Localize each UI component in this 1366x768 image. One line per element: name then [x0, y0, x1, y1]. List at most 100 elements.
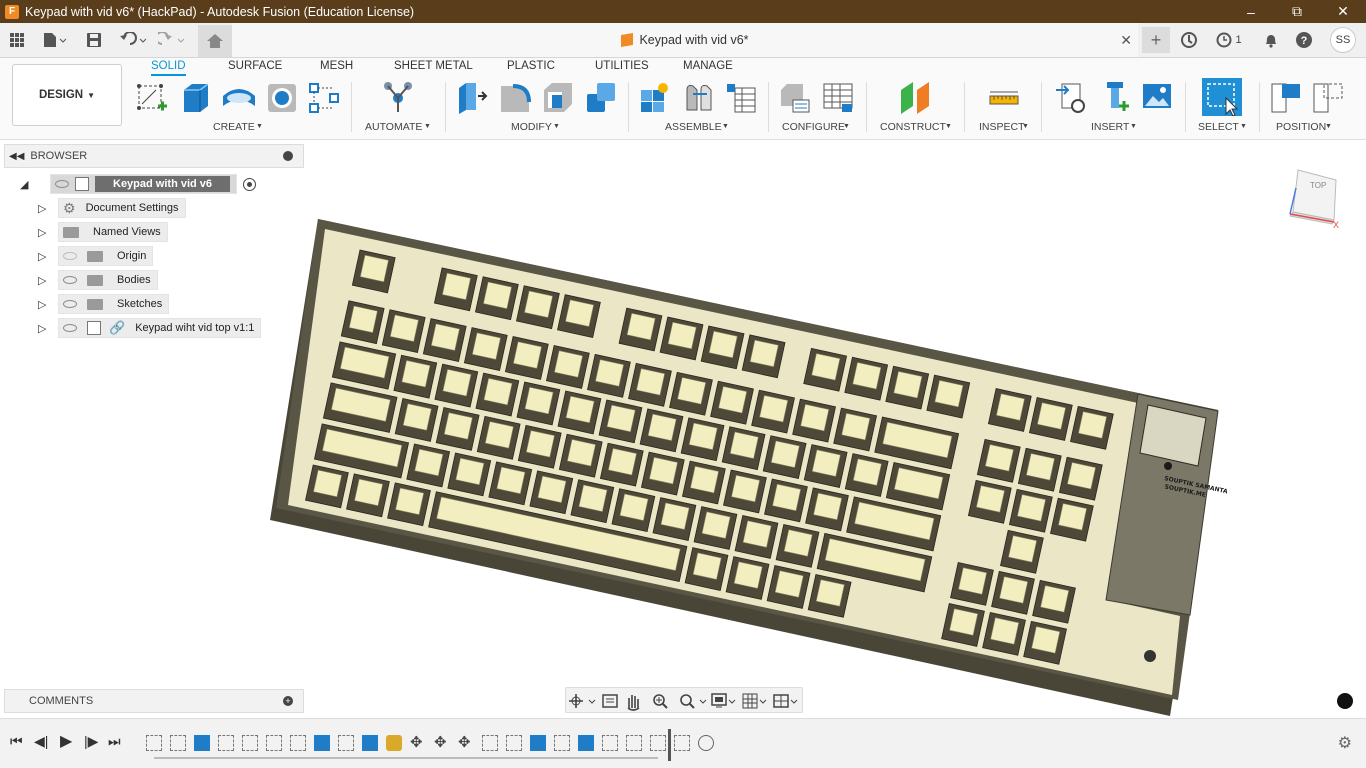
- hole-icon[interactable]: [266, 80, 298, 114]
- help-icon[interactable]: ?: [1292, 29, 1316, 51]
- view-cube[interactable]: TOP X: [1289, 169, 1339, 230]
- timeline-sketch-icon[interactable]: [170, 735, 186, 751]
- timeline-move-icon[interactable]: ✥: [410, 735, 426, 751]
- save-icon[interactable]: [85, 29, 103, 51]
- insert-canvas-icon[interactable]: [1141, 80, 1173, 114]
- expand-triangle-icon[interactable]: ▷: [38, 298, 52, 311]
- automate-node-icon[interactable]: [382, 80, 414, 114]
- timeline-sketch-icon[interactable]: [626, 735, 642, 751]
- group-inspect[interactable]: INSPECT: [979, 121, 1025, 133]
- visibility-eye-icon[interactable]: [55, 180, 69, 188]
- restore-icon[interactable]: ⧉: [1274, 0, 1320, 23]
- fillet-icon[interactable]: [499, 80, 531, 114]
- timeline-start-icon[interactable]: ⏮: [10, 733, 23, 750]
- workspace-switcher[interactable]: DESIGN ▼: [12, 64, 122, 126]
- viewports-icon[interactable]: [773, 694, 798, 708]
- tab-manage[interactable]: MANAGE: [683, 60, 733, 72]
- joint-icon[interactable]: [683, 80, 715, 114]
- offset-plane-icon[interactable]: [899, 80, 931, 114]
- timeline-sketch-icon[interactable]: [266, 735, 282, 751]
- timeline-sketch-icon[interactable]: [674, 735, 690, 751]
- browser-minimize-icon[interactable]: [283, 151, 293, 161]
- group-modify[interactable]: MODIFY: [511, 121, 552, 133]
- look-at-icon[interactable]: [602, 694, 618, 708]
- group-select[interactable]: SELECT: [1198, 121, 1239, 133]
- measure-icon[interactable]: [988, 80, 1020, 114]
- new-tab-plus-icon[interactable]: +: [1142, 27, 1170, 53]
- expand-triangle-icon[interactable]: ▷: [38, 250, 52, 263]
- activate-radio-icon[interactable]: [243, 177, 257, 191]
- browser-root-row[interactable]: ◢ Keypad with vid v6: [20, 174, 257, 194]
- timeline-sketch-icon[interactable]: [482, 735, 498, 751]
- group-insert[interactable]: INSERT: [1091, 121, 1129, 133]
- browser-item-origin[interactable]: ▷ Origin: [38, 246, 154, 266]
- pan-hand-icon[interactable]: [627, 695, 640, 711]
- orbit-icon[interactable]: [569, 694, 596, 708]
- display-settings-icon[interactable]: [711, 693, 736, 708]
- timeline-end-icon[interactable]: ⏭: [108, 733, 121, 750]
- fit-zoom-icon[interactable]: [680, 694, 707, 709]
- browser-item-bodies[interactable]: ▷ Bodies: [38, 270, 158, 290]
- select-icon[interactable]: [1202, 78, 1242, 117]
- group-position[interactable]: POSITION: [1276, 121, 1326, 133]
- group-create[interactable]: CREATE: [213, 121, 255, 133]
- text-commands-icon[interactable]: [1337, 693, 1353, 709]
- timeline-sketch-icon[interactable]: [338, 735, 354, 751]
- pattern-icon[interactable]: [308, 80, 340, 114]
- shell-icon[interactable]: [542, 80, 574, 114]
- timeline-extrude-icon[interactable]: [194, 735, 210, 751]
- user-avatar[interactable]: SS: [1330, 27, 1356, 53]
- expand-triangle-icon[interactable]: ▷: [38, 322, 52, 335]
- comments-panel-header[interactable]: COMMENTS +: [4, 689, 304, 713]
- visibility-eye-icon[interactable]: [63, 324, 77, 332]
- tab-sheet-metal[interactable]: SHEET METAL: [394, 60, 473, 72]
- expand-triangle-icon[interactable]: ▷: [38, 226, 52, 239]
- timeline-extrude-icon[interactable]: [530, 735, 546, 751]
- inspect-dropdown-icon[interactable]: ▼: [1022, 123, 1029, 130]
- timeline-body-icon[interactable]: [386, 735, 402, 751]
- capture-position-icon[interactable]: [1270, 80, 1302, 114]
- revolve-icon[interactable]: [221, 80, 257, 114]
- group-automate[interactable]: AUTOMATE: [365, 121, 422, 133]
- close-tab-icon[interactable]: ✕: [1120, 32, 1132, 49]
- automate-dropdown-icon[interactable]: ▼: [424, 123, 431, 130]
- hidden-eye-icon[interactable]: [63, 252, 77, 260]
- expand-triangle-icon[interactable]: ▷: [38, 274, 52, 287]
- group-assemble[interactable]: ASSEMBLE: [665, 121, 722, 133]
- timeline-extrude-icon[interactable]: [578, 735, 594, 751]
- tab-plastic[interactable]: PLASTIC: [507, 60, 555, 72]
- bill-of-materials-icon[interactable]: [725, 80, 757, 114]
- timeline-settings-gear-icon[interactable]: ⚙: [1338, 733, 1352, 753]
- redo-icon[interactable]: [158, 29, 188, 51]
- insert-dropdown-icon[interactable]: ▼: [1130, 123, 1137, 130]
- insert-mcmaster-icon[interactable]: [1099, 80, 1131, 114]
- new-component-icon[interactable]: [639, 80, 671, 114]
- undo-icon[interactable]: [118, 29, 148, 51]
- browser-item-named-views[interactable]: ▷ Named Views: [38, 222, 168, 242]
- timeline-extrude-icon[interactable]: [314, 735, 330, 751]
- timeline-prev-icon[interactable]: ◀|: [34, 733, 48, 750]
- modify-dropdown-icon[interactable]: ▼: [553, 123, 560, 130]
- extrude-icon[interactable]: [180, 80, 212, 114]
- timeline-sketch-icon[interactable]: [218, 735, 234, 751]
- timeline-marker[interactable]: [668, 729, 671, 761]
- visibility-eye-icon[interactable]: [63, 300, 77, 308]
- minimize-icon[interactable]: –: [1228, 0, 1274, 23]
- timeline-sketch-icon[interactable]: [650, 735, 666, 751]
- timeline-derive-icon[interactable]: [698, 735, 714, 751]
- create-sketch-icon[interactable]: [136, 80, 168, 114]
- timeline-sketch-icon[interactable]: [554, 735, 570, 751]
- model-canvas[interactable]: SOUPTIK SAMANTA SOUPTIK.ME TOP X: [0, 140, 1366, 718]
- timeline-play-icon[interactable]: ▶: [60, 731, 72, 751]
- zoom-icon[interactable]: [653, 694, 668, 709]
- tab-surface[interactable]: SURFACE: [228, 60, 282, 72]
- timeline-sketch-icon[interactable]: [146, 735, 162, 751]
- position-dropdown-icon[interactable]: ▼: [1325, 123, 1332, 130]
- timeline-sketch-icon[interactable]: [290, 735, 306, 751]
- tab-mesh[interactable]: MESH: [320, 60, 353, 72]
- browser-item-keypad-top[interactable]: ▷ 🔗 Keypad wiht vid top v1:1: [38, 318, 262, 338]
- document-tab[interactable]: Keypad with vid v6* ✕: [232, 23, 1138, 57]
- file-menu-icon[interactable]: [40, 29, 70, 51]
- timeline-move-icon[interactable]: ✥: [458, 735, 474, 751]
- timeline-move-icon[interactable]: ✥: [434, 735, 450, 751]
